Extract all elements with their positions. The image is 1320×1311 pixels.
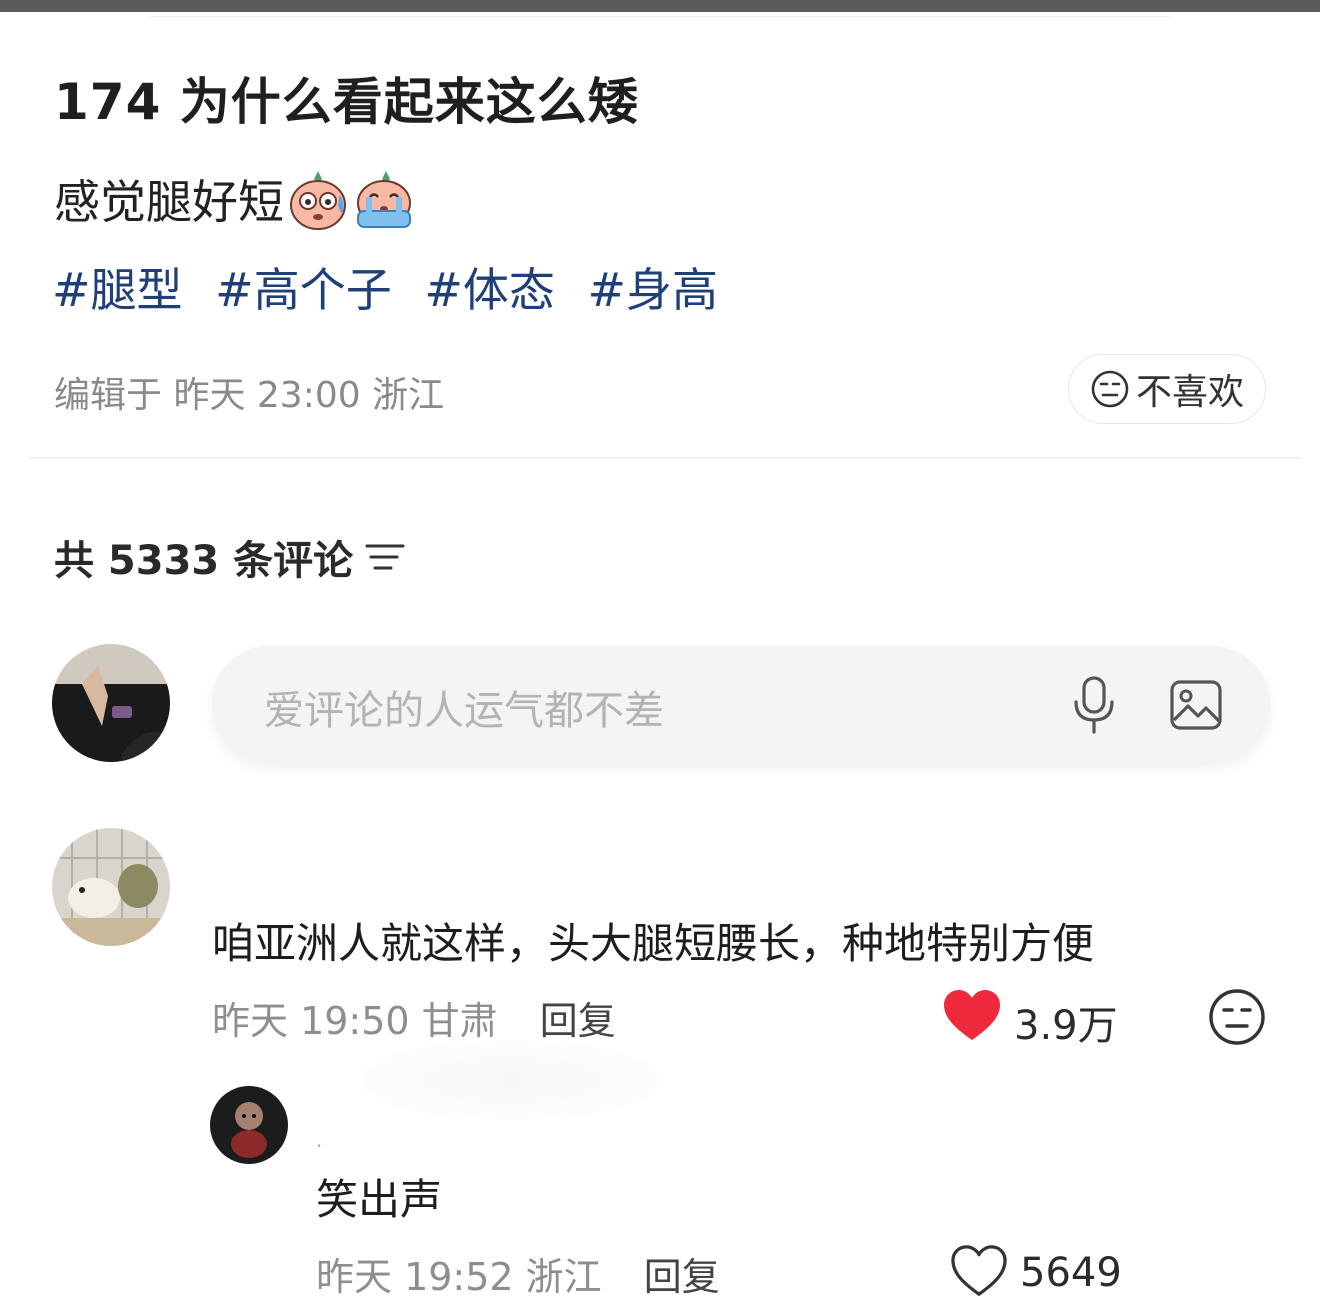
neutral-face-icon (1091, 370, 1129, 408)
like-count: 3.9万 (1014, 1003, 1118, 1049)
dislike-button[interactable]: 不喜欢 (1068, 354, 1266, 424)
status-bar (0, 0, 1320, 12)
tag-link[interactable]: #身高 (588, 263, 719, 317)
image-icon[interactable] (1168, 678, 1224, 732)
sweating-face-emoji-icon (290, 171, 346, 230)
tag-link[interactable]: #体态 (424, 263, 555, 317)
microphone-icon[interactable] (1064, 674, 1124, 736)
reply-meta: 昨天 19:52 浙江 回复 (316, 1246, 720, 1301)
heart-filled-icon[interactable] (942, 988, 1002, 1044)
post-tags: #腿型 #高个子 #体态 #身高 (52, 254, 736, 320)
comment-count: 共 5333 条评论 (54, 528, 405, 586)
heart-outline-icon[interactable] (950, 1244, 1008, 1298)
tag-link[interactable]: #腿型 (52, 263, 183, 317)
reply-button[interactable]: 回复 (540, 999, 616, 1043)
tag-link[interactable]: #高个子 (215, 263, 392, 317)
post-body-text: 感觉腿好短 (54, 175, 284, 229)
comment-time-location: 昨天 19:50 甘肃 (212, 999, 498, 1043)
background-smudge (360, 1040, 660, 1120)
my-avatar[interactable] (52, 644, 170, 762)
post-body: 感觉腿好短 (54, 166, 412, 232)
commenter-avatar[interactable] (52, 828, 170, 946)
comment-input-placeholder: 爱评论的人运气都不差 (264, 688, 664, 734)
dislike-label: 不喜欢 (1135, 372, 1244, 413)
section-divider (30, 457, 1300, 459)
post-title: 174 为什么看起来这么矮 (54, 73, 639, 131)
reply-time-location: 昨天 19:52 浙江 (316, 1255, 602, 1299)
reply-username[interactable]: . (316, 1128, 322, 1152)
dislike-face-icon[interactable] (1208, 988, 1266, 1046)
comment-input[interactable]: 爱评论的人运气都不差 (212, 646, 1270, 762)
top-divider (150, 16, 1170, 17)
comment-count-label: 共 5333 条评论 (54, 538, 354, 584)
reply-text: 笑出声 (316, 1175, 443, 1224)
reply-avatar[interactable] (210, 1086, 288, 1164)
comment-meta: 昨天 19:50 甘肃 回复 (212, 990, 616, 1045)
like-count: 5649 (1020, 1250, 1122, 1296)
post-meta: 编辑于 昨天 23:00 浙江 (54, 375, 445, 416)
sort-icon[interactable] (365, 540, 405, 574)
comment-text: 咱亚洲人就这样，头大腿短腰长，种地特别方便 (212, 919, 1095, 968)
crying-face-emoji-icon (357, 171, 411, 228)
reply-button[interactable]: 回复 (644, 1255, 720, 1299)
